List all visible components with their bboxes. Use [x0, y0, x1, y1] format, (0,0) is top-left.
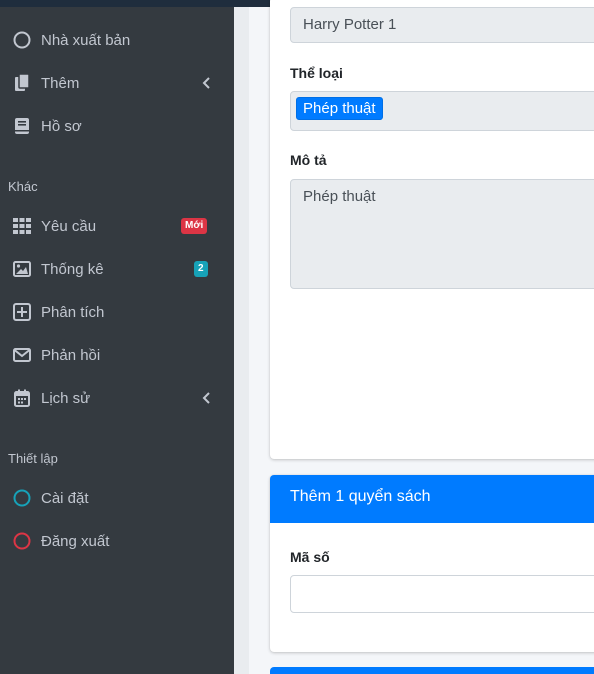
sidebar-item-requests[interactable]: Yêu cầu Mới [0, 206, 234, 246]
card-header: Thêm 1 quyển sách [270, 475, 594, 523]
grid-icon [12, 216, 32, 236]
genre-tag[interactable]: Phép thuật [296, 97, 383, 120]
sidebar-item-publisher[interactable]: Nhà xuất bản [0, 20, 234, 60]
copy-icon [12, 73, 32, 93]
sidebar-item-label: Thêm [41, 74, 80, 92]
description-textarea[interactable]: Phép thuật [290, 179, 594, 289]
sidebar-item-profile[interactable]: Hồ sơ [0, 106, 234, 146]
card-title: Thêm 1 quyển sách [290, 488, 431, 505]
envelope-icon [12, 345, 32, 365]
sidebar-item-analysis[interactable]: Phân tích [0, 292, 234, 332]
sidebar-item-history[interactable]: Lịch sử [0, 378, 234, 418]
circle-teal-icon [12, 488, 32, 508]
code-input[interactable] [290, 575, 594, 613]
sidebar-item-statistics[interactable]: Thống kê 2 [0, 249, 234, 289]
sidebar-item-label: Phản hồi [41, 346, 101, 364]
sidebar-item-label: Nhà xuất bản [41, 31, 131, 49]
calendar-icon [12, 388, 32, 408]
sidebar-item-feedback[interactable]: Phản hồi [0, 335, 234, 375]
add-book-card: Thêm 1 quyển sách Mã số [270, 475, 594, 652]
book-name-field[interactable]: Harry Potter 1 [290, 7, 594, 43]
plus-square-icon [12, 302, 32, 322]
sidebar: Nhà xuất bản Thêm Hồ sơ Khác Yêu cầu Mới… [0, 7, 234, 674]
count-badge: 2 [194, 261, 208, 277]
circle-red-icon [12, 531, 32, 551]
sidebar-item-label: Cài đặt [41, 489, 89, 507]
new-badge: Mới [181, 218, 208, 234]
sidebar-item-add[interactable]: Thêm [0, 63, 234, 103]
sidebar-item-settings[interactable]: Cài đặt [0, 478, 234, 518]
content-gutter [234, 7, 249, 674]
sidebar-item-label: Yêu cầu [41, 217, 97, 235]
sidebar-item-label: Phân tích [41, 303, 105, 321]
sidebar-item-label: Hồ sơ [41, 117, 82, 135]
genre-label: Thể loại [290, 65, 343, 81]
next-card-header [270, 667, 594, 674]
sidebar-item-logout[interactable]: Đăng xuất [0, 521, 234, 561]
chevron-left-icon [200, 391, 212, 405]
sidebar-item-label: Thống kê [41, 260, 104, 278]
code-label: Mã số [290, 549, 330, 565]
section-header-settings: Thiết lập [8, 451, 58, 466]
book-icon [12, 116, 32, 136]
sidebar-item-label: Đăng xuất [41, 532, 110, 550]
image-icon [12, 259, 32, 279]
sidebar-item-label: Lịch sử [41, 389, 91, 407]
circle-outline-icon [12, 30, 32, 50]
main-content: Harry Potter 1 Thể loại Phép thuật Mô tả… [249, 0, 594, 674]
chevron-left-icon [200, 76, 212, 90]
description-label: Mô tả [290, 152, 327, 168]
section-header-other: Khác [8, 179, 38, 194]
